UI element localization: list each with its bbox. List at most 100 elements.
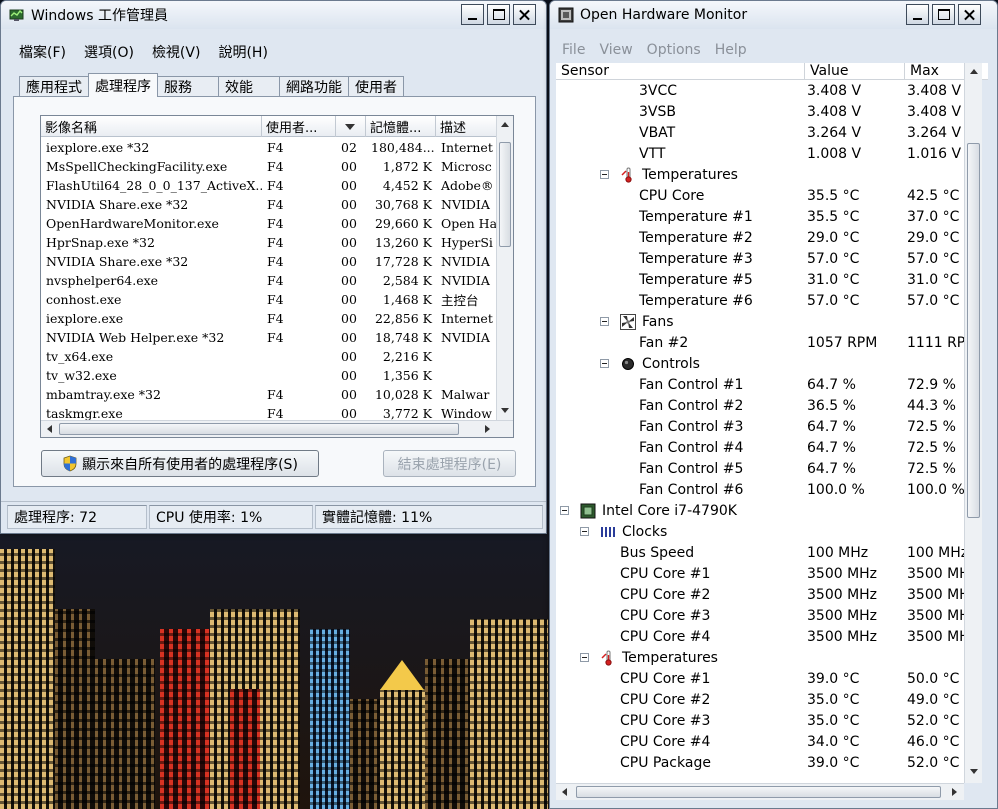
menu-help[interactable]: Help bbox=[709, 42, 753, 58]
menu-view[interactable]: 檢視(V) bbox=[146, 42, 207, 62]
column-description[interactable]: 描述 bbox=[436, 116, 496, 137]
menu-help[interactable]: 說明(H) bbox=[212, 42, 273, 62]
scroll-thumb[interactable] bbox=[499, 142, 511, 247]
end-process-button[interactable]: 結束處理程序(E) bbox=[383, 450, 516, 477]
tab-processes[interactable]: 處理程序 bbox=[88, 73, 158, 97]
table-row[interactable]: NVIDIA Share.exe *32 F4 00 17,728 K NVIDIA bbox=[41, 252, 498, 271]
close-button[interactable] bbox=[958, 4, 981, 25]
menu-options[interactable]: Options bbox=[641, 42, 707, 58]
ohm-titlebar[interactable]: Open Hardware Monitor bbox=[550, 1, 997, 29]
tree-node[interactable]: Temperatures bbox=[556, 164, 964, 185]
sensor-row[interactable]: Fan Control #4 64.7 % 72.5 % bbox=[556, 437, 964, 458]
scroll-right-arrow[interactable] bbox=[946, 784, 963, 800]
sensor-row[interactable]: Temperature #6 57.0 °C 57.0 °C bbox=[556, 290, 964, 311]
table-row[interactable]: nvsphelper64.exe F4 00 2,584 K NVIDIA bbox=[41, 271, 498, 290]
sensor-row[interactable]: VTT 1.008 V 1.016 V bbox=[556, 143, 964, 164]
horizontal-scroll-thumb[interactable] bbox=[576, 786, 941, 798]
tree-node[interactable]: Intel Core i7-4790K bbox=[556, 500, 964, 521]
table-row[interactable]: iexplore.exe *32 F4 02 180,484... Internet bbox=[41, 138, 498, 157]
tab-services[interactable]: 服務 bbox=[157, 76, 219, 97]
column-image-name[interactable]: 影像名稱 bbox=[41, 116, 262, 137]
table-row[interactable]: NVIDIA Share.exe *32 F4 00 30,768 K NVIDIA bbox=[41, 195, 498, 214]
sensor-tree-vertical-scrollbar[interactable] bbox=[964, 63, 982, 783]
column-sensor[interactable]: Sensor bbox=[556, 63, 805, 80]
sensor-row[interactable]: VBAT 3.264 V 3.264 V bbox=[556, 122, 964, 143]
minimize-button[interactable] bbox=[461, 4, 484, 25]
collapse-toggle-icon[interactable] bbox=[600, 317, 609, 326]
tree-node[interactable]: Fans bbox=[556, 311, 964, 332]
tab-applications[interactable]: 應用程式 bbox=[19, 76, 89, 97]
collapse-toggle-icon[interactable] bbox=[600, 170, 609, 179]
sensor-row[interactable]: Fan Control #2 36.5 % 44.3 % bbox=[556, 395, 964, 416]
sensor-row[interactable]: CPU Core #2 3500 MHz 3500 MHz bbox=[556, 584, 964, 605]
tree-node[interactable]: Temperatures bbox=[556, 647, 964, 668]
sensor-row[interactable]: CPU Core #4 3500 MHz 3500 MHz bbox=[556, 626, 964, 647]
scroll-up-arrow[interactable] bbox=[965, 63, 982, 80]
sensor-row[interactable]: CPU Core 35.5 °C 42.5 °C bbox=[556, 185, 964, 206]
scroll-up-arrow[interactable] bbox=[497, 116, 513, 133]
menu-options[interactable]: 選項(O) bbox=[78, 42, 140, 62]
collapse-toggle-icon[interactable] bbox=[600, 359, 609, 368]
sensor-row[interactable]: CPU Core #3 3500 MHz 3500 MHz bbox=[556, 605, 964, 626]
sensor-tree-horizontal-scrollbar[interactable] bbox=[556, 783, 964, 800]
tab-networking[interactable]: 網路功能 bbox=[279, 76, 349, 97]
show-all-users-button[interactable]: 顯示來自所有使用者的處理程序(S) bbox=[41, 450, 319, 477]
sensor-row[interactable]: Temperature #1 35.5 °C 37.0 °C bbox=[556, 206, 964, 227]
menu-file[interactable]: 檔案(F) bbox=[13, 42, 72, 62]
sensor-row[interactable]: Fan Control #6 100.0 % 100.0 % bbox=[556, 479, 964, 500]
sensor-row[interactable]: CPU Core #4 34.0 °C 46.0 °C bbox=[556, 731, 964, 752]
sensor-row[interactable]: Fan Control #1 64.7 % 72.9 % bbox=[556, 374, 964, 395]
collapse-toggle-icon[interactable] bbox=[580, 653, 589, 662]
table-row[interactable]: mbamtray.exe *32 F4 00 10,028 K Malwar bbox=[41, 385, 498, 404]
scroll-down-arrow[interactable] bbox=[965, 763, 982, 780]
scroll-thumb[interactable] bbox=[967, 143, 980, 518]
process-list[interactable]: 影像名稱 使用者... 記憶體... 描述 iexplore.exe *32 F4… bbox=[40, 115, 514, 438]
sensor-row[interactable]: CPU Package 39.0 °C 52.0 °C bbox=[556, 752, 964, 773]
tree-node[interactable]: Clocks bbox=[556, 521, 964, 542]
minimize-button[interactable] bbox=[906, 4, 929, 25]
sensor-row[interactable]: CPU Core #3 35.0 °C 52.0 °C bbox=[556, 710, 964, 731]
maximize-button[interactable] bbox=[487, 4, 510, 25]
sensor-row[interactable]: Fan Control #3 64.7 % 72.5 % bbox=[556, 416, 964, 437]
table-row[interactable]: MsSpellCheckingFacility.exe F4 00 1,872 K Mi… bbox=[41, 157, 498, 176]
table-row[interactable]: HprSnap.exe *32 F4 00 13,260 K HyperSi bbox=[41, 233, 498, 252]
table-row[interactable]: tv_w32.exe 00 1,356 K bbox=[41, 366, 498, 385]
table-row[interactable]: tv_x64.exe 00 2,216 K bbox=[41, 347, 498, 366]
close-button[interactable] bbox=[513, 4, 536, 25]
collapse-toggle-icon[interactable] bbox=[560, 506, 569, 515]
table-row[interactable]: conhost.exe F4 00 1,468 K 主控台 bbox=[41, 290, 498, 309]
column-user[interactable]: 使用者... bbox=[262, 116, 336, 137]
column-value[interactable]: Value bbox=[805, 63, 905, 80]
table-row[interactable]: iexplore.exe F4 00 22,856 K Internet bbox=[41, 309, 498, 328]
sensor-row[interactable]: Temperature #5 31.0 °C 31.0 °C bbox=[556, 269, 964, 290]
process-list-vertical-scrollbar[interactable] bbox=[496, 116, 513, 422]
scroll-down-arrow[interactable] bbox=[497, 402, 513, 419]
scroll-left-arrow[interactable] bbox=[41, 421, 58, 437]
sensor-row[interactable]: 3VCC 3.408 V 3.408 V bbox=[556, 80, 964, 101]
sensor-row[interactable]: Temperature #2 29.0 °C 29.0 °C bbox=[556, 227, 964, 248]
column-memory[interactable]: 記憶體... bbox=[366, 116, 436, 137]
sensor-row[interactable]: 3VSB 3.408 V 3.408 V bbox=[556, 101, 964, 122]
sensor-row[interactable]: CPU Core #1 39.0 °C 50.0 °C bbox=[556, 668, 964, 689]
sensor-row[interactable]: Bus Speed 100 MHz 100 MHz bbox=[556, 542, 964, 563]
sensor-row[interactable]: CPU Core #2 35.0 °C 49.0 °C bbox=[556, 689, 964, 710]
menu-file[interactable]: File bbox=[556, 42, 591, 58]
table-row[interactable]: FlashUtil64_28_0_0_137_ActiveX.... F4 00 4,… bbox=[41, 176, 498, 195]
collapse-toggle-icon[interactable] bbox=[580, 527, 589, 536]
tab-performance[interactable]: 效能 bbox=[218, 76, 280, 97]
sensor-row[interactable]: CPU Core #1 3500 MHz 3500 MHz bbox=[556, 563, 964, 584]
process-list-horizontal-scrollbar[interactable] bbox=[41, 420, 513, 437]
menu-view[interactable]: View bbox=[593, 42, 638, 58]
tree-node[interactable]: Controls bbox=[556, 353, 964, 374]
tab-users[interactable]: 使用者 bbox=[348, 76, 404, 97]
scroll-right-arrow[interactable] bbox=[479, 421, 496, 437]
sensor-row[interactable]: Temperature #3 57.0 °C 57.0 °C bbox=[556, 248, 964, 269]
table-row[interactable]: NVIDIA Web Helper.exe *32 F4 00 18,748 K NVI… bbox=[41, 328, 498, 347]
sensor-row[interactable]: Fan #2 1057 RPM 1111 RPM bbox=[556, 332, 964, 353]
sensor-tree[interactable]: 3VCC 3.408 V 3.408 V 3VSB 3.408 V 3.408 V VBAT… bbox=[556, 80, 964, 783]
horizontal-scroll-thumb[interactable] bbox=[59, 423, 459, 435]
sensor-row[interactable]: Fan Control #5 64.7 % 72.5 % bbox=[556, 458, 964, 479]
scroll-left-arrow[interactable] bbox=[556, 784, 573, 800]
column-cpu[interactable] bbox=[336, 116, 366, 137]
table-row[interactable]: OpenHardwareMonitor.exe F4 00 29,660 K Open … bbox=[41, 214, 498, 233]
